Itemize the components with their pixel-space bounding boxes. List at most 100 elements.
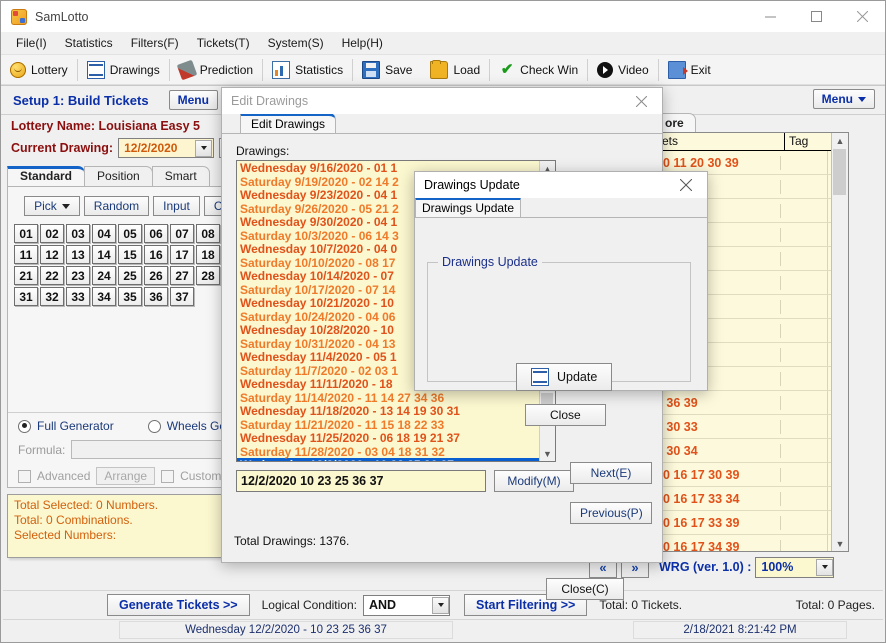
chevron-down-icon[interactable] [195, 139, 213, 157]
tab-position[interactable]: Position [84, 166, 153, 186]
input-button[interactable]: Input [153, 196, 200, 216]
number-cell[interactable]: 22 [40, 266, 64, 285]
close-update-button[interactable]: Close [525, 404, 606, 426]
menu-item-tickets[interactable]: Tickets(T) [188, 34, 259, 52]
table-row[interactable]: 7 30 33 [652, 415, 848, 439]
radio-wheels-generator[interactable] [147, 419, 161, 433]
random-button[interactable]: Random [83, 196, 150, 216]
chevron-down-icon[interactable] [816, 558, 834, 576]
current-drawing-select[interactable]: 12/2/2020 [118, 138, 215, 158]
number-cell[interactable]: 34 [92, 287, 116, 306]
logical-condition-select[interactable]: AND [363, 594, 450, 616]
radio-full-generator[interactable] [18, 419, 31, 433]
scroll-up-icon[interactable]: ▲ [832, 133, 848, 148]
number-cell[interactable]: 18 [196, 245, 220, 264]
minimize-icon[interactable] [747, 1, 793, 32]
custom-wheel-checkbox[interactable] [161, 469, 175, 483]
drawing-edit-input[interactable]: 12/2/2020 10 23 25 36 37 [236, 470, 486, 492]
table-row[interactable]: 0 36 39 [652, 391, 848, 415]
generate-tickets-button[interactable]: Generate Tickets >> [107, 594, 250, 616]
list-item[interactable]: Saturday 11/14/2020 - 11 14 27 34 36 [237, 391, 555, 405]
number-cell[interactable]: 14 [92, 245, 116, 264]
toolbar-load-button[interactable]: Load [421, 55, 489, 85]
number-cell[interactable]: 21 [14, 266, 38, 285]
scroll-down-icon[interactable]: ▼ [832, 536, 848, 551]
number-cell[interactable]: 15 [118, 245, 142, 264]
number-cell[interactable]: 05 [118, 224, 142, 243]
number-cell[interactable]: 03 [66, 224, 90, 243]
number-cell[interactable]: 26 [144, 266, 168, 285]
table-row[interactable]: 10 16 17 33 34 [652, 487, 848, 511]
list-item[interactable]: Saturday 11/21/2020 - 11 15 18 22 33 [237, 418, 555, 432]
number-cell[interactable]: 32 [40, 287, 64, 306]
tab-drawings-update[interactable]: Drawings Update [415, 197, 522, 217]
table-row[interactable]: 10 16 17 34 39 [652, 535, 848, 551]
number-cell[interactable]: 01 [14, 224, 38, 243]
arrange-button[interactable]: Arrange [96, 467, 156, 485]
close-edit-button[interactable]: Close(C) [546, 578, 624, 600]
menu-item-system[interactable]: System(S) [259, 34, 333, 52]
number-cell[interactable]: 25 [118, 266, 142, 285]
zoom-select[interactable]: 100% [755, 556, 835, 578]
pick-button[interactable]: Pick [24, 196, 80, 216]
close-icon[interactable] [665, 172, 707, 198]
menu-item-help[interactable]: Help(H) [333, 34, 392, 52]
advanced-checkbox[interactable] [18, 469, 31, 483]
number-cell[interactable]: 07 [170, 224, 194, 243]
tickets-scrollbar[interactable]: ▲ ▼ [831, 133, 848, 551]
number-cell[interactable]: 23 [66, 266, 90, 285]
toolbar-lottery-button[interactable]: Lottery [1, 55, 77, 85]
modify-button[interactable]: Modify(M) [494, 470, 574, 492]
number-cell[interactable]: 17 [170, 245, 194, 264]
previous-button[interactable]: Previous(P) [570, 502, 652, 524]
table-row[interactable]: 7 30 34 [652, 439, 848, 463]
list-item[interactable]: Saturday 11/28/2020 - 03 04 18 31 32 [237, 445, 555, 459]
tab-standard[interactable]: Standard [7, 166, 86, 186]
toolbar-video-button[interactable]: Video [588, 55, 657, 85]
number-cell[interactable]: 24 [92, 266, 116, 285]
toolbar-save-button[interactable]: Save [353, 55, 421, 85]
number-cell[interactable]: 11 [14, 245, 38, 264]
top-right-menu-button[interactable]: Menu [812, 89, 875, 109]
toolbar-prediction-button[interactable]: Prediction [170, 55, 262, 85]
setup-menu-button[interactable]: Menu [168, 90, 218, 110]
ticket-numbers: 10 16 17 33 34 [652, 491, 781, 506]
number-cell[interactable]: 12 [40, 245, 64, 264]
random-label: Random [93, 199, 140, 213]
scrollbar-thumb[interactable] [833, 149, 846, 195]
toolbar-statistics-button[interactable]: Statistics [263, 55, 352, 85]
toolbar-exit-button[interactable]: Exit [659, 55, 720, 85]
menu-item-statistics[interactable]: Statistics [56, 34, 122, 52]
menu-item-file[interactable]: File(I) [7, 34, 56, 52]
list-item[interactable]: Wednesday 11/18/2020 - 13 14 19 30 31 [237, 404, 555, 418]
maximize-icon[interactable] [793, 1, 839, 32]
number-cell[interactable]: 36 [144, 287, 168, 306]
number-cell[interactable]: 16 [144, 245, 168, 264]
next-button[interactable]: Next(E) [570, 462, 652, 484]
close-icon[interactable] [620, 88, 662, 114]
number-cell[interactable]: 08 [196, 224, 220, 243]
list-item[interactable]: Wednesday 12/2/2020 - 10 23 25 36 37 [237, 458, 555, 461]
number-cell[interactable]: 28 [196, 266, 220, 285]
number-cell[interactable]: 27 [170, 266, 194, 285]
toolbar-drawings-button[interactable]: Drawings [78, 55, 169, 85]
toolbar-checkwin-button[interactable]: ✔ Check Win [490, 55, 587, 85]
table-row[interactable]: 10 16 17 33 39 [652, 511, 848, 535]
tab-smart[interactable]: Smart [151, 166, 210, 186]
close-icon[interactable] [839, 1, 885, 32]
number-cell[interactable]: 06 [144, 224, 168, 243]
number-cell[interactable]: 35 [118, 287, 142, 306]
update-button[interactable]: Update [516, 363, 613, 391]
scroll-down-icon[interactable]: ▼ [540, 446, 555, 461]
number-cell[interactable]: 13 [66, 245, 90, 264]
number-cell[interactable]: 37 [170, 287, 194, 306]
menu-item-filters[interactable]: Filters(F) [122, 34, 188, 52]
list-item[interactable]: Wednesday 11/25/2020 - 06 18 19 21 37 [237, 431, 555, 445]
number-cell[interactable]: 31 [14, 287, 38, 306]
number-cell[interactable]: 33 [66, 287, 90, 306]
chevron-down-icon[interactable] [432, 596, 449, 614]
number-cell[interactable]: 02 [40, 224, 64, 243]
number-cell[interactable]: 04 [92, 224, 116, 243]
table-row[interactable]: 10 16 17 30 39 [652, 463, 848, 487]
tab-edit-drawings[interactable]: Edit Drawings [240, 113, 337, 133]
